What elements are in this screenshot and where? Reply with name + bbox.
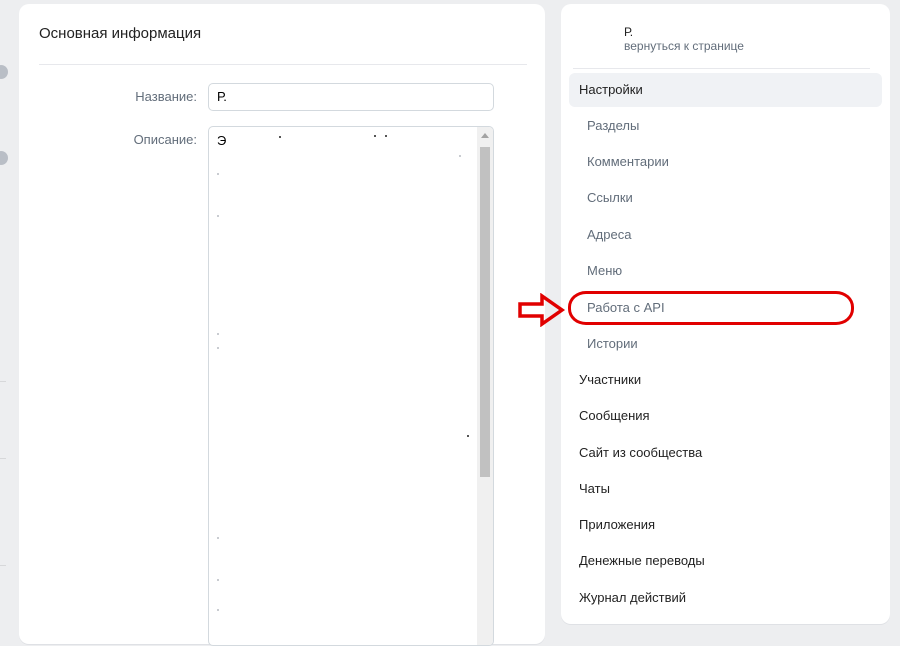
menu-item-chats[interactable]: Чаты <box>569 472 882 506</box>
menu-item-members[interactable]: Участники <box>569 363 882 397</box>
text-fragment <box>217 579 219 581</box>
text-fragment <box>279 136 281 138</box>
text-fragment <box>217 215 219 217</box>
text-fragment <box>459 155 461 157</box>
description-label: Описание: <box>133 132 197 147</box>
menu-item-menu[interactable]: Меню <box>569 254 882 288</box>
menu-item-api[interactable]: Работа с API <box>569 291 882 325</box>
left-nav-badge-icon <box>0 151 8 165</box>
scroll-up-arrow-icon[interactable] <box>481 133 489 138</box>
text-fragment <box>217 347 219 349</box>
text-fragment <box>385 135 387 137</box>
left-nav-badge-icon <box>0 65 8 79</box>
left-nav-divider <box>0 381 6 382</box>
menu-item-community-site[interactable]: Сайт из сообщества <box>569 436 882 470</box>
menu-item-money-transfers[interactable]: Денежные переводы <box>569 544 882 578</box>
menu-item-action-log[interactable]: Журнал действий <box>569 581 882 615</box>
menu-item-sections[interactable]: Разделы <box>569 109 882 143</box>
name-label: Название: <box>135 89 197 104</box>
menu-item-apps[interactable]: Приложения <box>569 508 882 542</box>
text-fragment <box>374 135 376 137</box>
menu-item-links[interactable]: Ссылки <box>569 181 882 215</box>
basic-info-card: Основная информация Название: Р. Описани… <box>19 4 545 646</box>
text-fragment <box>217 609 219 611</box>
section-title: Основная информация <box>39 25 202 42</box>
text-fragment <box>217 333 219 335</box>
name-input[interactable]: Р. <box>208 83 494 111</box>
back-to-page-link[interactable]: вернуться к странице <box>624 39 744 53</box>
menu-item-addresses[interactable]: Адреса <box>569 218 882 252</box>
text-fragment <box>467 435 469 437</box>
group-name[interactable]: Р. <box>624 25 633 39</box>
menu-item-comments[interactable]: Комментарии <box>569 145 882 179</box>
text-fragment <box>217 173 219 175</box>
menu-item-messages[interactable]: Сообщения <box>569 399 882 433</box>
scrollbar-thumb[interactable] <box>480 147 490 477</box>
left-nav-divider <box>0 458 6 459</box>
arrow-right-outline-icon <box>518 293 566 327</box>
menu-item-stories[interactable]: Истории <box>569 327 882 361</box>
group-avatar[interactable] <box>594 23 622 51</box>
menu-item-settings[interactable]: Настройки <box>569 73 882 107</box>
nav-divider <box>573 68 870 69</box>
section-divider <box>39 64 527 65</box>
settings-nav-card: Р. вернуться к странице Настройки Раздел… <box>561 4 890 624</box>
description-text: Э <box>217 133 227 148</box>
description-textarea[interactable]: Э <box>208 126 494 646</box>
left-nav-divider <box>0 565 6 566</box>
description-scrollbar[interactable] <box>477 127 493 645</box>
text-fragment <box>217 537 219 539</box>
